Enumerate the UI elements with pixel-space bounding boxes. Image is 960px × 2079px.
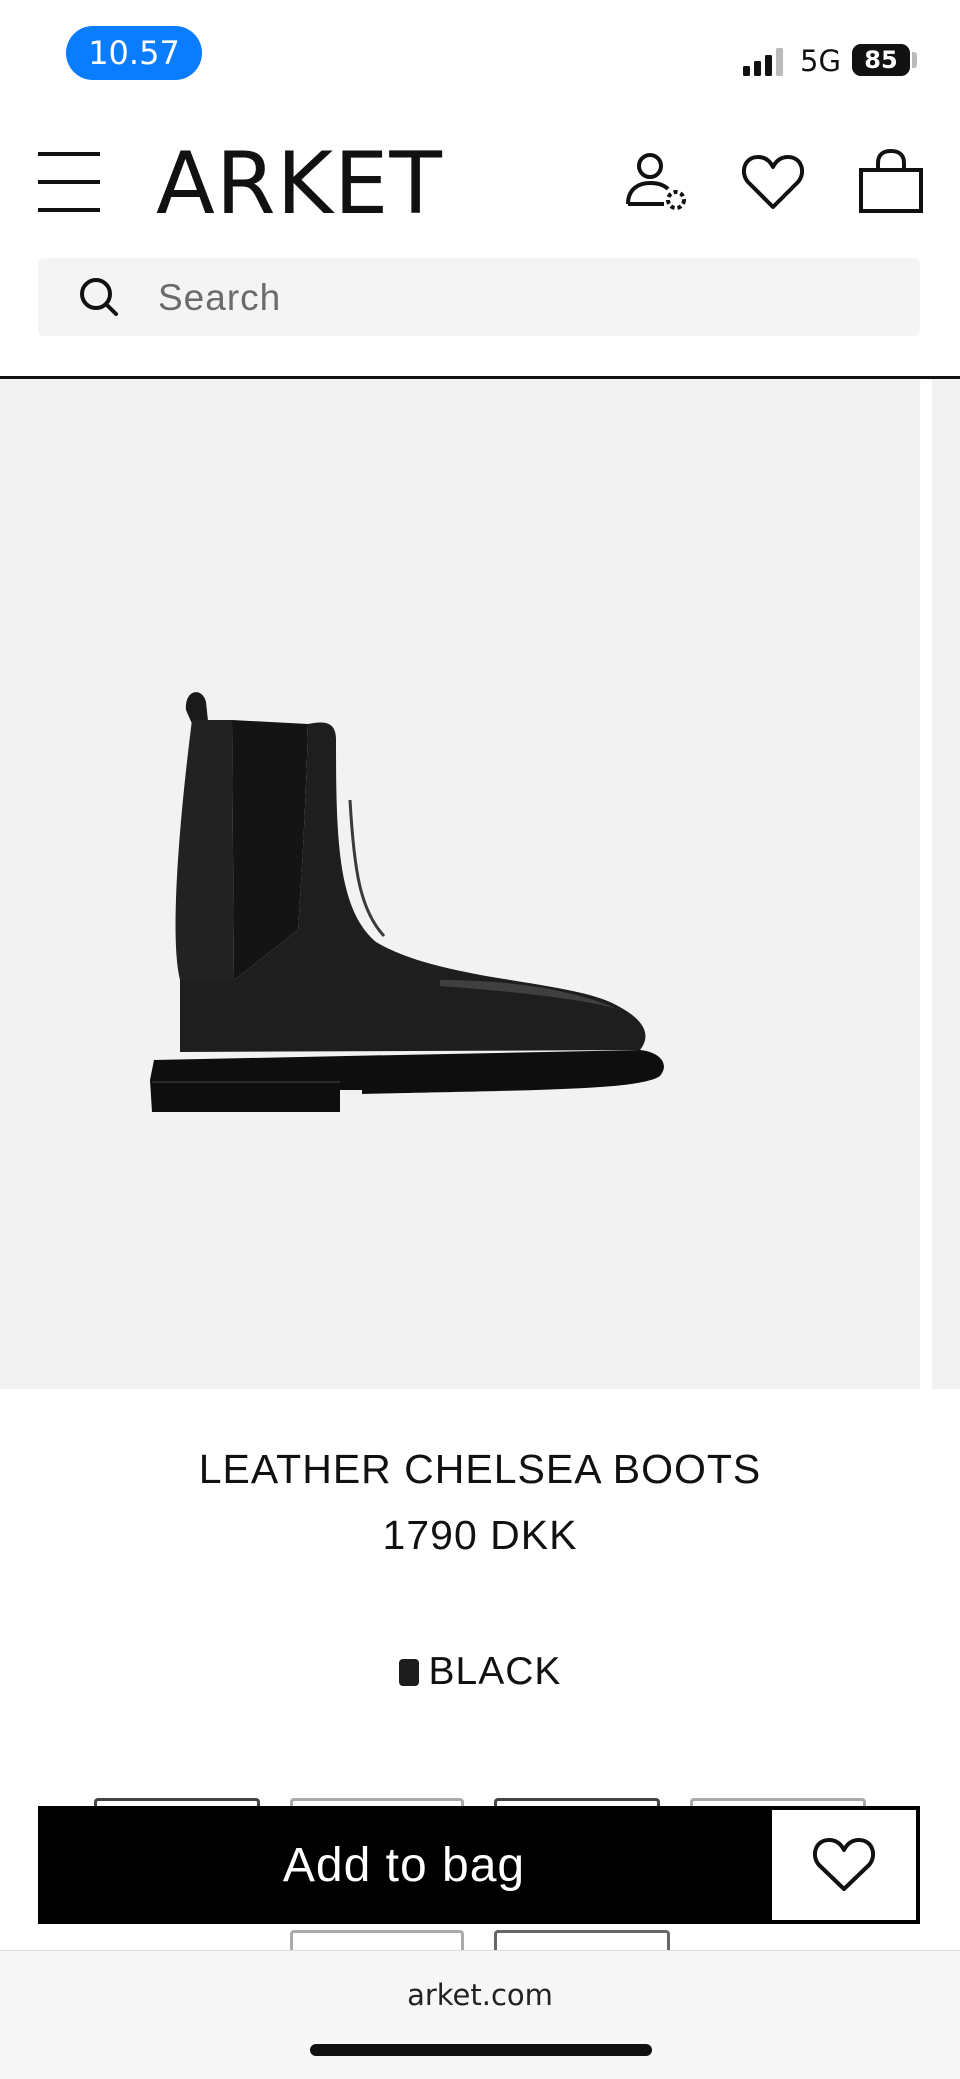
url-text[interactable]: arket.com [0, 1978, 960, 2012]
brand-logo[interactable]: ARKET [156, 134, 443, 234]
signal-strength-icon [743, 48, 783, 76]
bag-icon[interactable] [858, 148, 924, 214]
add-to-wishlist-button[interactable] [768, 1806, 920, 1924]
account-icon[interactable] [624, 152, 690, 214]
next-product-image[interactable] [932, 379, 960, 1389]
browser-address-bar[interactable] [0, 1950, 960, 2079]
search-icon [80, 278, 118, 316]
battery-icon [912, 52, 917, 68]
heart-icon [813, 1838, 875, 1891]
product-name: LEATHER CHELSEA BOOTS [198, 1446, 762, 1492]
network-type: 5G [800, 44, 841, 78]
add-to-bag-button[interactable]: Add to bag [38, 1806, 770, 1924]
product-price: 1790 DKK [382, 1512, 578, 1558]
color-selector[interactable]: BLACK [0, 1650, 960, 1694]
search-input[interactable] [156, 270, 900, 326]
status-time: 10.57 [66, 26, 202, 80]
color-swatch[interactable] [398, 1658, 419, 1686]
home-indicator[interactable] [310, 2044, 652, 2056]
battery-level: 85 [852, 44, 910, 76]
color-label: BLACK [428, 1650, 562, 1693]
black-leather-chelsea-boot-image [150, 692, 664, 1112]
heart-icon[interactable] [742, 152, 804, 212]
menu-icon[interactable] [38, 150, 100, 214]
